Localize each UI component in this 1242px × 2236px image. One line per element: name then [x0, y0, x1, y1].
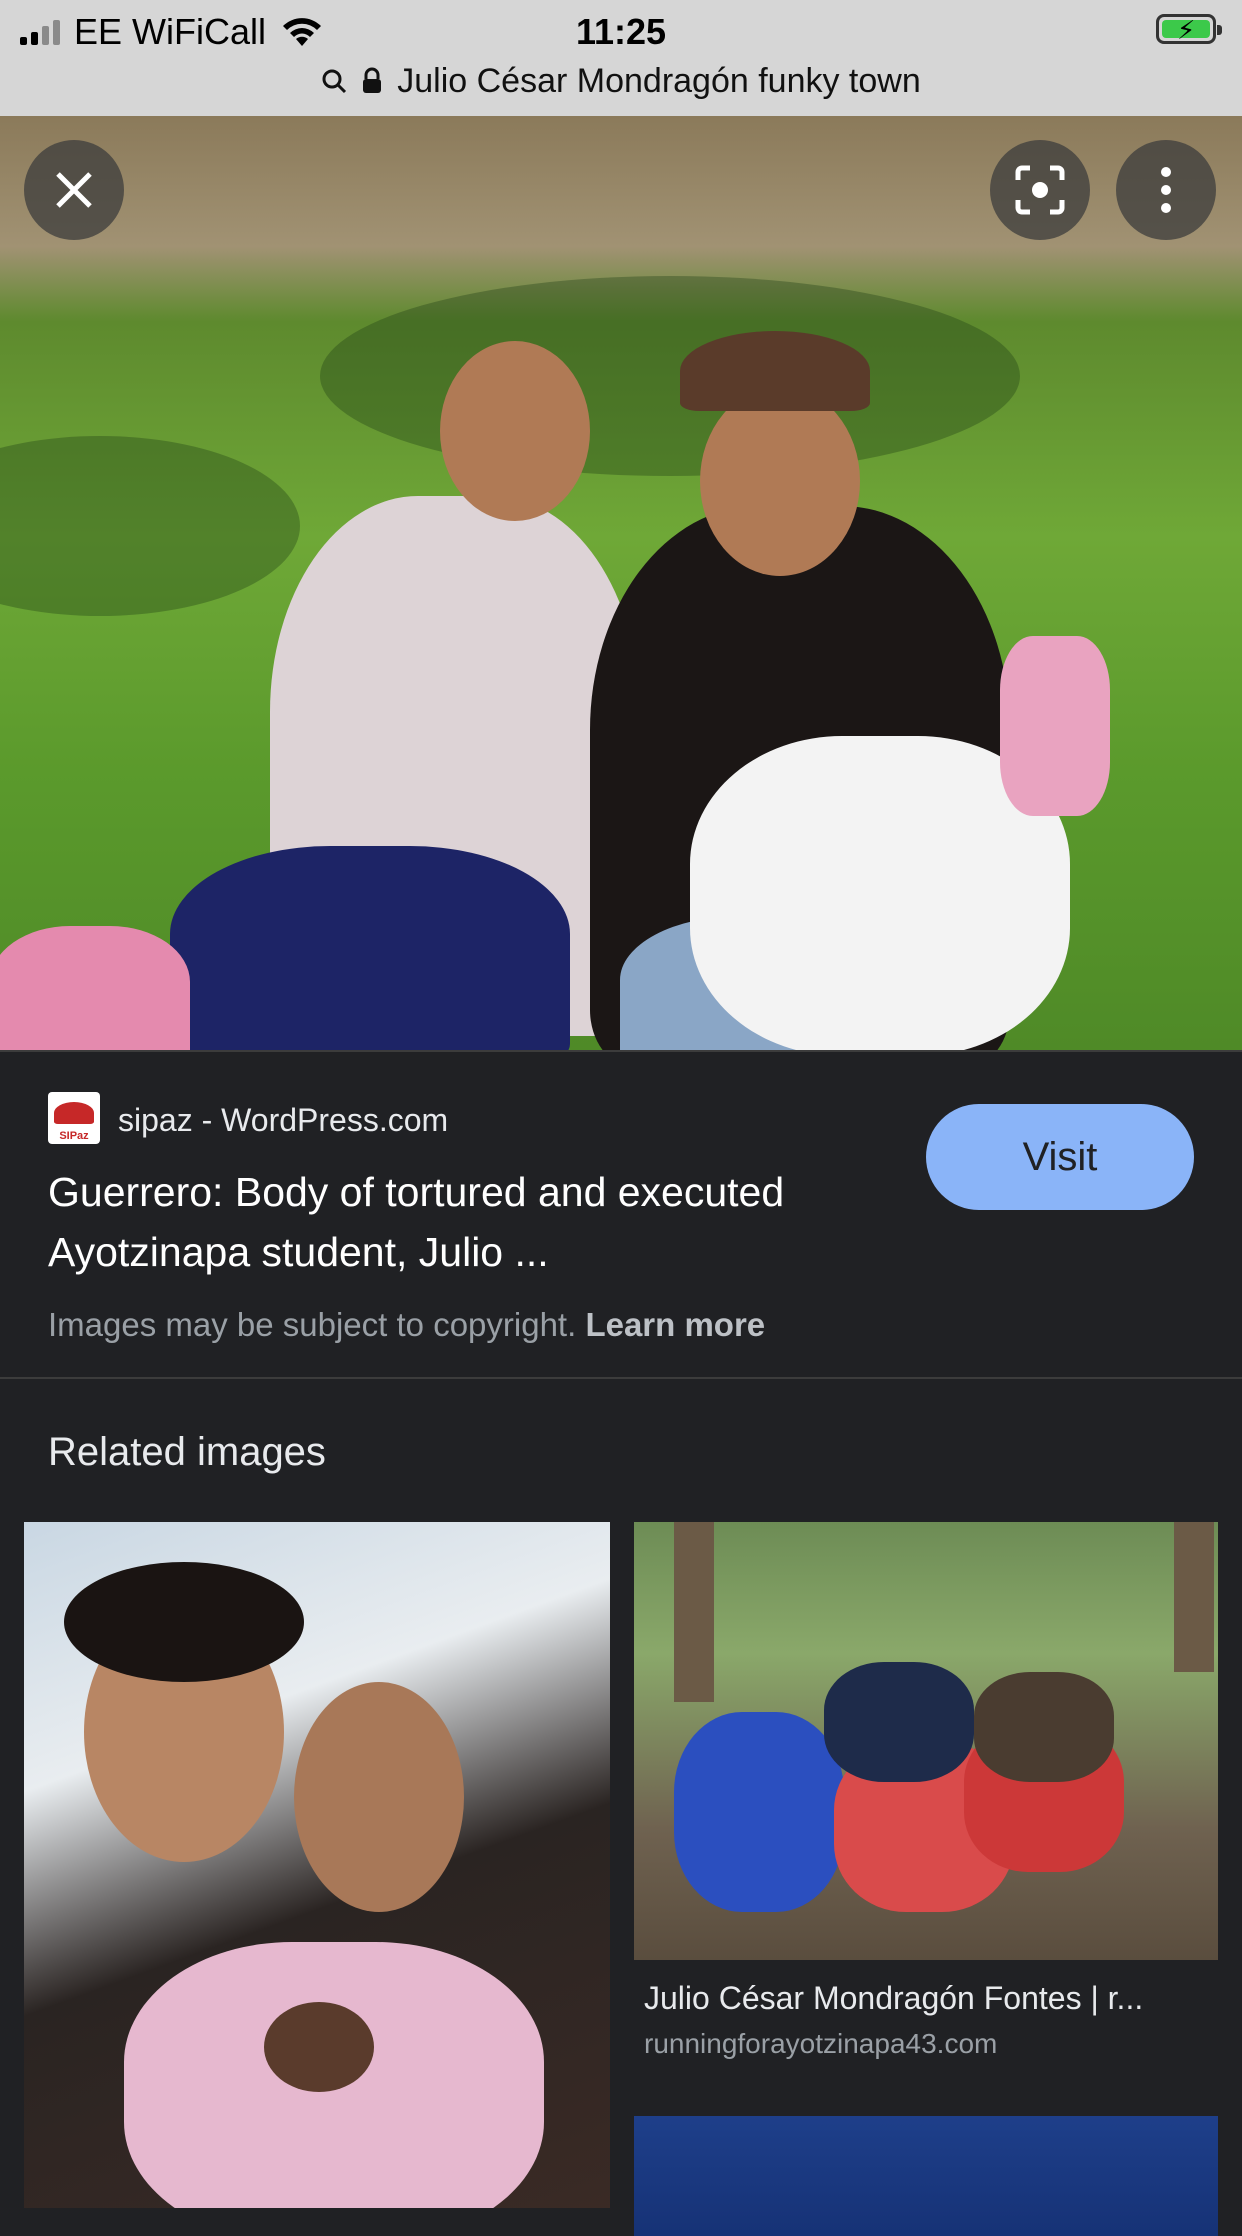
- related-image-2[interactable]: [634, 1522, 1218, 1960]
- lock-icon: [363, 67, 382, 93]
- related-image-2-domain: runningforayotzinapa43.com: [644, 2028, 998, 2059]
- learn-more-link[interactable]: Learn more: [585, 1306, 765, 1343]
- related-image-3[interactable]: [634, 2116, 1218, 2236]
- url-bar[interactable]: Julio César Mondragón funky town: [0, 58, 1242, 104]
- related-image-2-title[interactable]: Julio César Mondragón Fontes | r...: [644, 1980, 1204, 2017]
- copyright-text: Images may be subject to copyright.: [48, 1306, 577, 1343]
- source-name[interactable]: sipaz - WordPress.com: [118, 1102, 448, 1139]
- related-image-1[interactable]: [24, 1522, 610, 2208]
- battery-icon: ⚡: [1156, 14, 1222, 45]
- search-icon: [322, 69, 347, 94]
- favicon-text: SIPaz: [59, 1130, 89, 1142]
- result-info-panel: SIPaz sipaz - WordPress.com Guerrero: Bo…: [0, 1050, 1242, 1380]
- related-images-heading: Related images: [48, 1430, 326, 1474]
- site-favicon: SIPaz: [48, 1092, 100, 1144]
- hero-image: [0, 116, 1242, 1050]
- more-vert-icon: [1161, 167, 1171, 213]
- close-icon: [56, 172, 92, 208]
- lens-button[interactable]: [990, 140, 1090, 240]
- visit-button[interactable]: Visit: [926, 1104, 1194, 1210]
- more-button[interactable]: [1116, 140, 1216, 240]
- clock: 11:25: [575, 11, 667, 52]
- result-title-line1: Guerrero: Body of tortured and executed: [48, 1169, 785, 1215]
- divider: [0, 1377, 1242, 1379]
- result-title-line2: Ayotzinapa student, Julio ...: [48, 1229, 549, 1275]
- lens-icon: [1015, 165, 1065, 215]
- result-title[interactable]: Guerrero: Body of tortured and executed …: [48, 1162, 898, 1282]
- url-text: Julio César Mondragón funky town: [397, 61, 921, 100]
- status-bar: EE WiFiCall 11:25 ⚡ Julio César Mondragó…: [0, 0, 1242, 116]
- close-button[interactable]: [24, 140, 124, 240]
- copyright-notice: Images may be subject to copyright. Lear…: [48, 1306, 765, 1344]
